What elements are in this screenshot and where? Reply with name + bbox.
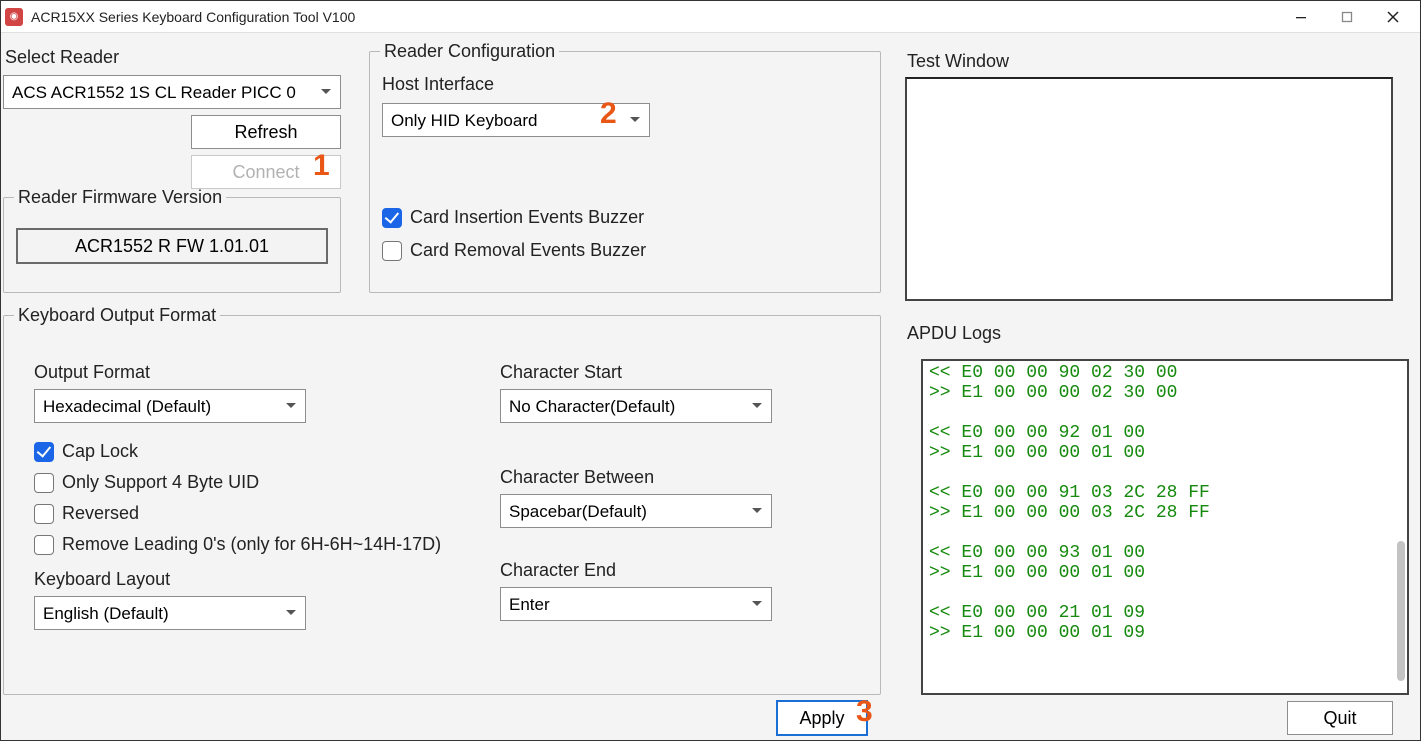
select-reader-dropdown[interactable]: ACS ACR1552 1S CL Reader PICC 0 <box>3 75 341 109</box>
kof-legend: Keyboard Output Format <box>14 305 220 326</box>
apdu-logs-label: APDU Logs <box>907 323 1001 344</box>
reader-config-legend: Reader Configuration <box>380 41 559 62</box>
only-4byte-label: Only Support 4 Byte UID <box>62 472 259 493</box>
select-reader-label: Select Reader <box>5 47 119 68</box>
remove-leading-label: Remove Leading 0's (only for 6H-6H~14H-1… <box>62 534 441 555</box>
char-end-label: Character End <box>500 560 820 581</box>
firmware-legend: Reader Firmware Version <box>14 187 226 208</box>
maximize-button[interactable] <box>1324 1 1370 33</box>
host-interface-label: Host Interface <box>382 74 868 95</box>
close-button[interactable] <box>1370 1 1416 33</box>
test-window-textarea[interactable] <box>905 77 1393 301</box>
scrollbar-thumb[interactable] <box>1397 541 1405 681</box>
char-end-dropdown[interactable]: Enter <box>500 587 772 621</box>
cap-lock-checkbox[interactable] <box>34 442 54 462</box>
app-icon: ◉ <box>5 8 23 26</box>
char-start-label: Character Start <box>500 362 820 383</box>
char-between-label: Character Between <box>500 467 820 488</box>
reversed-checkbox[interactable] <box>34 504 54 524</box>
titlebar: ◉ ACR15XX Series Keyboard Configuration … <box>1 1 1420 33</box>
window-title: ACR15XX Series Keyboard Configuration To… <box>31 9 1278 25</box>
annotation-2: 2 <box>600 97 617 131</box>
card-insertion-checkbox[interactable] <box>382 208 402 228</box>
output-format-dropdown[interactable]: Hexadecimal (Default) <box>34 389 306 423</box>
char-start-dropdown[interactable]: No Character(Default) <box>500 389 772 423</box>
apdu-logs-content: << E0 00 00 90 02 30 00 >> E1 00 00 00 0… <box>923 361 1407 645</box>
char-between-dropdown[interactable]: Spacebar(Default) <box>500 494 772 528</box>
apply-button[interactable]: Apply <box>777 701 867 735</box>
refresh-button[interactable]: Refresh <box>191 115 341 149</box>
quit-button[interactable]: Quit <box>1287 701 1393 735</box>
cap-lock-label: Cap Lock <box>62 441 138 462</box>
annotation-1: 1 <box>313 149 330 183</box>
annotation-3: 3 <box>856 695 873 729</box>
test-window-label: Test Window <box>907 51 1009 72</box>
card-insertion-label: Card Insertion Events Buzzer <box>410 207 644 228</box>
card-removal-label: Card Removal Events Buzzer <box>410 240 646 261</box>
remove-leading-checkbox[interactable] <box>34 535 54 555</box>
keyboard-layout-label: Keyboard Layout <box>34 569 454 590</box>
firmware-value: ACR1552 R FW 1.01.01 <box>16 228 328 264</box>
apdu-logs-box[interactable]: << E0 00 00 90 02 30 00 >> E1 00 00 00 0… <box>921 359 1409 695</box>
minimize-button[interactable] <box>1278 1 1324 33</box>
output-format-label: Output Format <box>34 362 454 383</box>
reversed-label: Reversed <box>62 503 139 524</box>
only-4byte-checkbox[interactable] <box>34 473 54 493</box>
card-removal-checkbox[interactable] <box>382 241 402 261</box>
keyboard-layout-dropdown[interactable]: English (Default) <box>34 596 306 630</box>
